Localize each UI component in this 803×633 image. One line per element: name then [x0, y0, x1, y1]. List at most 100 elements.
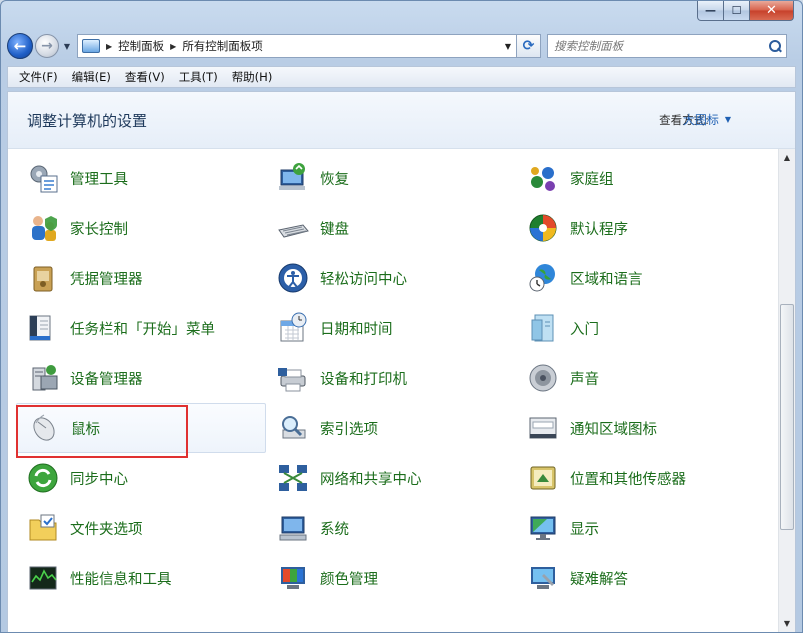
recovery-icon — [276, 161, 310, 195]
view-by-dropdown[interactable]: 大图标 ▼ — [683, 111, 731, 128]
control-panel-item[interactable]: 日期和时间 — [266, 303, 516, 353]
control-panel-item[interactable]: 键盘 — [266, 203, 516, 253]
control-panel-item-label: 疑难解答 — [570, 571, 628, 588]
menu-bar: 文件(F) 编辑(E) 查看(V) 工具(T) 帮助(H) — [7, 66, 796, 88]
folder-options-icon — [26, 511, 60, 545]
control-panel-item[interactable]: 任务栏和「开始」菜单 — [16, 303, 266, 353]
control-panel-item[interactable]: 家庭组 — [516, 153, 766, 203]
control-panel-item-label: 同步中心 — [70, 471, 128, 488]
control-panel-icon — [82, 39, 100, 53]
back-button[interactable]: ← — [7, 33, 33, 59]
refresh-button[interactable]: ⟳ — [517, 34, 541, 58]
admin-tools-icon — [26, 161, 60, 195]
keyboard-icon — [276, 211, 310, 245]
forward-button[interactable]: → — [35, 34, 59, 58]
menu-tools[interactable]: 工具(T) — [172, 67, 225, 87]
control-panel-item-label: 网络和共享中心 — [320, 471, 422, 488]
control-panel-item-label: 默认程序 — [570, 221, 628, 238]
control-panel-item-label: 设备和打印机 — [320, 371, 407, 388]
control-panel-item-label: 通知区域图标 — [570, 421, 657, 438]
control-panel-item[interactable]: 设备和打印机 — [266, 353, 516, 403]
control-panel-item-label: 日期和时间 — [320, 321, 393, 338]
breadcrumb-separator-icon[interactable]: ▶ — [170, 42, 176, 51]
control-panel-item[interactable]: 设备管理器 — [16, 353, 266, 403]
control-panel-item-label: 入门 — [570, 321, 599, 338]
control-panel-item[interactable]: 轻松访问中心 — [266, 253, 516, 303]
menu-view[interactable]: 查看(V) — [118, 67, 172, 87]
network-sharing-icon — [276, 461, 310, 495]
content-header: 调整计算机的设置 查看方式: 大图标 ▼ — [8, 92, 795, 149]
control-panel-item-label: 位置和其他传感器 — [570, 471, 686, 488]
control-panel-item[interactable]: 默认程序 — [516, 203, 766, 253]
address-bar[interactable]: ▶ 控制面板 ▶ 所有控制面板项 ▼ — [77, 34, 517, 58]
breadcrumb-control-panel[interactable]: 控制面板 — [118, 38, 164, 54]
parental-controls-icon — [26, 211, 60, 245]
navigation-bar: ← → ▼ ▶ 控制面板 ▶ 所有控制面板项 ▼ ⟳ — [7, 31, 796, 61]
scroll-down-icon[interactable]: ▼ — [779, 615, 795, 632]
date-time-icon — [276, 311, 310, 345]
minimize-button[interactable]: — — [697, 1, 724, 21]
sound-icon — [526, 361, 560, 395]
control-panel-item[interactable]: 系统 — [266, 503, 516, 553]
control-panel-item[interactable]: 网络和共享中心 — [266, 453, 516, 503]
devices-printers-icon — [276, 361, 310, 395]
control-panel-item[interactable]: 性能信息和工具 — [16, 553, 266, 603]
search-input[interactable] — [554, 39, 754, 53]
control-panel-item[interactable]: 凭据管理器 — [16, 253, 266, 303]
control-panel-item-label: 轻松访问中心 — [320, 271, 407, 288]
homegroup-icon — [526, 161, 560, 195]
location-sensors-icon — [526, 461, 560, 495]
menu-file[interactable]: 文件(F) — [12, 67, 65, 87]
control-panel-item[interactable]: 索引选项 — [266, 403, 516, 453]
maximize-button[interactable]: ☐ — [724, 1, 750, 21]
control-panel-item[interactable]: 颜色管理 — [266, 553, 516, 603]
control-panel-item[interactable]: 恢复 — [266, 153, 516, 203]
control-panel-item-label: 颜色管理 — [320, 571, 378, 588]
control-panel-item-label: 设备管理器 — [70, 371, 143, 388]
control-panel-item[interactable]: 位置和其他传感器 — [516, 453, 766, 503]
close-button[interactable]: ✕ — [750, 1, 794, 21]
recent-pages-chevron-down-icon[interactable]: ▼ — [61, 35, 73, 57]
getting-started-icon — [526, 311, 560, 345]
performance-icon — [26, 561, 60, 595]
search-box[interactable] — [547, 34, 787, 58]
indexing-options-icon — [276, 411, 310, 445]
control-panel-item[interactable]: 声音 — [516, 353, 766, 403]
credential-manager-icon — [26, 261, 60, 295]
control-panel-item[interactable]: 管理工具 — [16, 153, 266, 203]
scroll-up-icon[interactable]: ▲ — [779, 149, 795, 166]
control-panel-item-label: 性能信息和工具 — [70, 571, 172, 588]
control-panel-item[interactable]: 显示 — [516, 503, 766, 553]
control-panel-item-label: 家庭组 — [570, 171, 614, 188]
control-panel-item-label: 任务栏和「开始」菜单 — [70, 321, 215, 338]
control-panel-item-label: 凭据管理器 — [70, 271, 143, 288]
search-icon[interactable] — [768, 39, 782, 53]
control-panel-item[interactable]: 区域和语言 — [516, 253, 766, 303]
scrollbar-thumb[interactable] — [780, 304, 794, 530]
control-panel-item-label: 鼠标 — [71, 421, 100, 438]
control-panel-item-label: 声音 — [570, 371, 599, 388]
menu-help[interactable]: 帮助(H) — [225, 67, 280, 87]
notification-area-icon — [526, 411, 560, 445]
control-panel-item[interactable]: 文件夹选项 — [16, 503, 266, 553]
control-panel-item[interactable]: 疑难解答 — [516, 553, 766, 603]
control-panel-item-label: 区域和语言 — [570, 271, 643, 288]
vertical-scrollbar[interactable]: ▲ ▼ — [778, 149, 795, 632]
control-panel-item-label: 显示 — [570, 521, 599, 538]
control-panel-item[interactable]: 通知区域图标 — [516, 403, 766, 453]
control-panel-item[interactable]: 入门 — [516, 303, 766, 353]
address-history-chevron-down-icon[interactable]: ▼ — [500, 42, 516, 51]
control-panel-item-label: 键盘 — [320, 221, 349, 238]
region-language-icon — [526, 261, 560, 295]
control-panel-item-label: 家长控制 — [70, 221, 128, 238]
control-panel-item[interactable]: 鼠标 — [16, 403, 266, 453]
control-panel-item[interactable]: 同步中心 — [16, 453, 266, 503]
breadcrumb-separator-icon[interactable]: ▶ — [106, 42, 112, 51]
content-area: 调整计算机的设置 查看方式: 大图标 ▼ 管理工具 恢复 家庭组家长控制 键盘 默认程序… — [7, 91, 796, 632]
refresh-icon: ⟳ — [522, 38, 535, 54]
breadcrumb-all-items[interactable]: 所有控制面板项 — [182, 38, 263, 54]
menu-edit[interactable]: 编辑(E) — [65, 67, 118, 87]
control-panel-item[interactable]: 家长控制 — [16, 203, 266, 253]
control-panel-window: — ☐ ✕ ← → ▼ ▶ 控制面板 ▶ 所有控制面板项 ▼ ⟳ 文件(F) 编… — [0, 0, 803, 633]
control-panel-item-label: 索引选项 — [320, 421, 378, 438]
